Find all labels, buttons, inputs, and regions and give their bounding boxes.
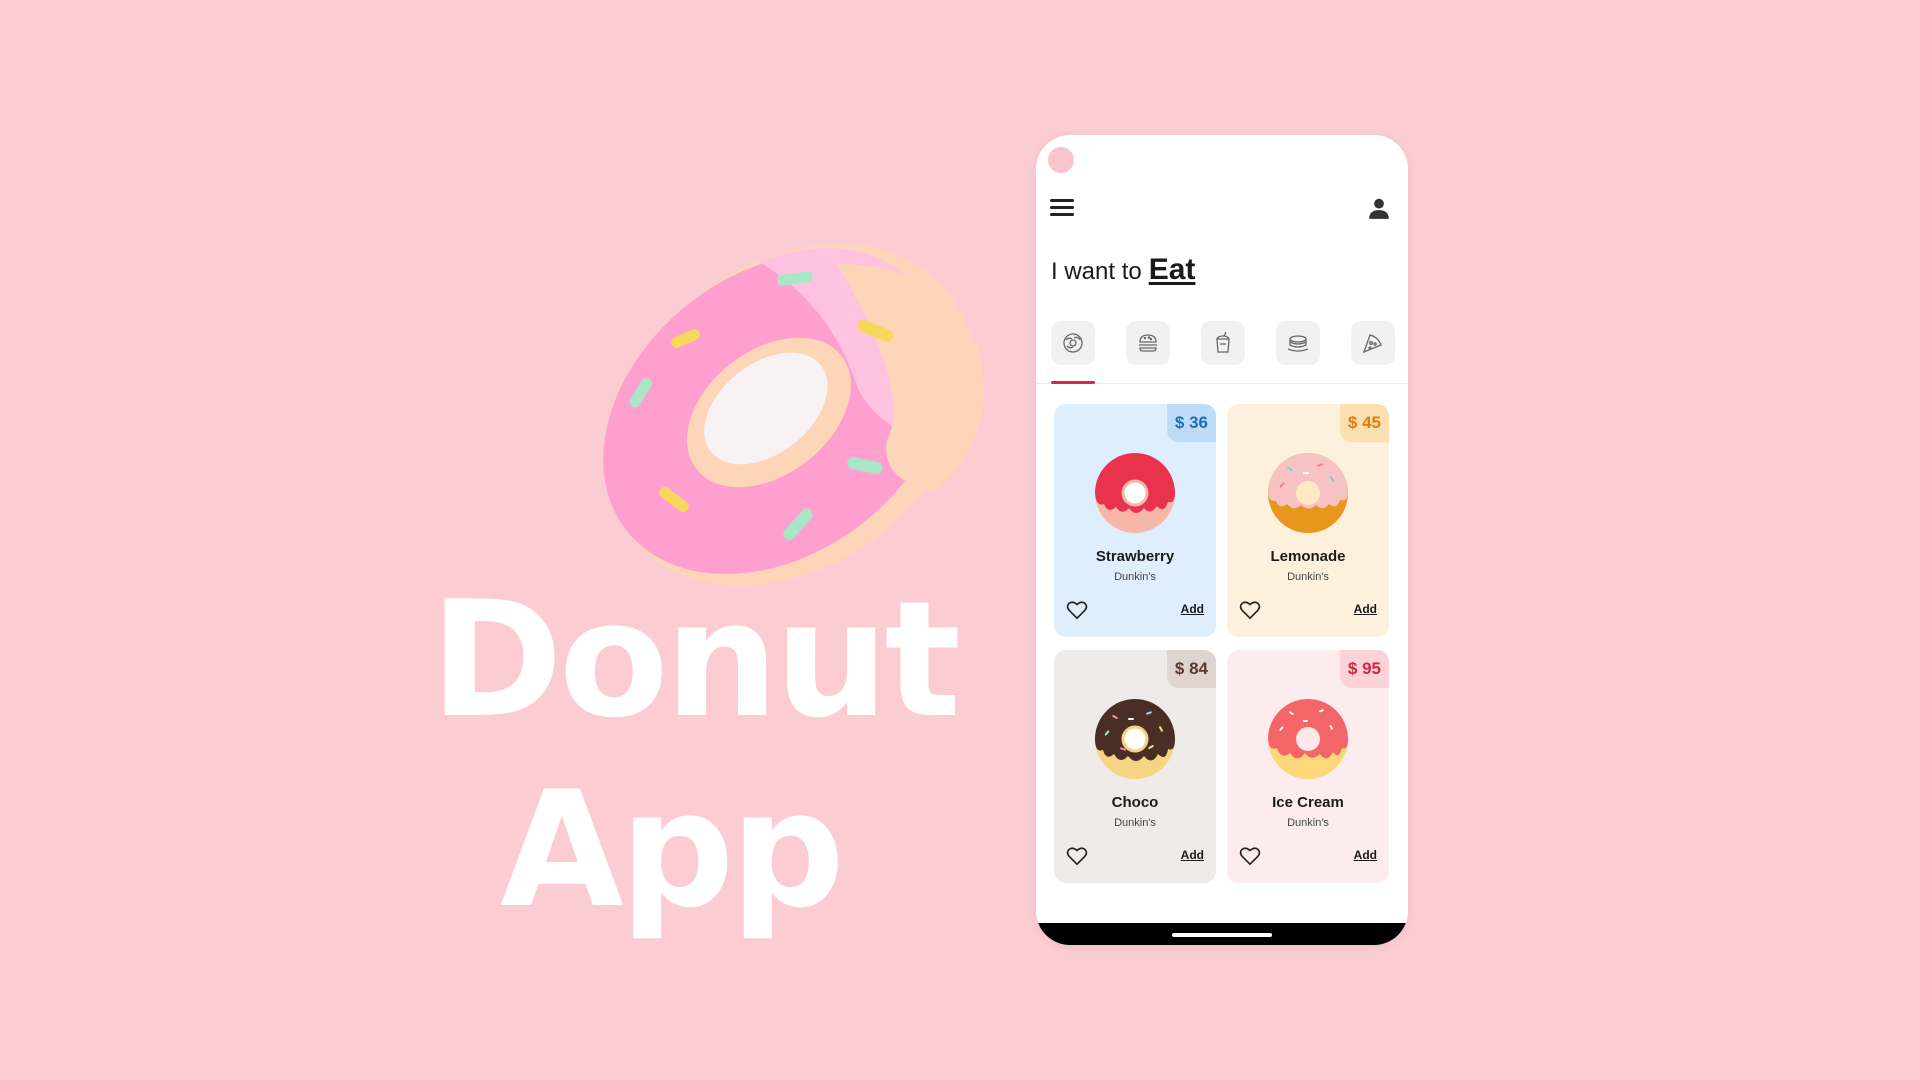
product-brand: Dunkin's [1287, 571, 1329, 583]
price-tag: $ 95 [1339, 650, 1389, 688]
add-button[interactable]: Add [1181, 848, 1204, 862]
heart-icon[interactable] [1239, 600, 1261, 620]
hero-title-app: App [500, 756, 845, 943]
burger-icon [1139, 334, 1157, 352]
product-name: Ice Cream [1272, 794, 1344, 811]
headline-strong: Eat [1148, 253, 1196, 286]
product-card-strawberry[interactable]: $ 36 Strawberry Dunkin's Add [1054, 404, 1216, 637]
pancake-icon [1287, 335, 1309, 352]
hamburger-menu-icon[interactable] [1050, 197, 1076, 219]
heart-icon[interactable] [1066, 846, 1088, 866]
tab-pizza[interactable] [1351, 321, 1395, 365]
person-icon[interactable] [1366, 195, 1392, 221]
lemonade-donut-image [1268, 453, 1348, 533]
add-button[interactable]: Add [1354, 602, 1377, 616]
page-headline: I want to Eat [1051, 253, 1195, 287]
product-brand: Dunkin's [1287, 817, 1329, 829]
tab-donut[interactable] [1051, 321, 1095, 365]
tab-smoothie[interactable] [1201, 321, 1245, 365]
navigation-bar [1036, 923, 1408, 945]
product-card-ice-cream[interactable]: $ 95 Ice Cream Dunkin's Add [1227, 650, 1389, 883]
home-indicator[interactable] [1172, 933, 1272, 937]
category-tabs [1051, 321, 1395, 365]
price-tag: $ 45 [1339, 404, 1389, 442]
heart-icon[interactable] [1239, 846, 1261, 866]
pizza-icon [1362, 334, 1382, 354]
heart-icon[interactable] [1066, 600, 1088, 620]
strawberry-donut-image [1095, 453, 1175, 533]
product-name: Strawberry [1095, 548, 1175, 565]
hero-title-donut: Donut [430, 566, 961, 753]
product-brand: Dunkin's [1114, 571, 1156, 583]
price-tag: $ 84 [1166, 650, 1216, 688]
tab-burger[interactable] [1126, 321, 1170, 365]
phone-frame: I want to Eat $ 36 Strawberry Dunkin's A… [1036, 135, 1408, 945]
tab-pancake[interactable] [1276, 321, 1320, 365]
choco-donut-image [1095, 699, 1175, 779]
add-button[interactable]: Add [1354, 848, 1377, 862]
headline-prefix: I want to [1051, 258, 1142, 285]
product-brand: Dunkin's [1114, 817, 1156, 829]
product-card-choco[interactable]: $ 84 Choco Dunkin's Add [1054, 650, 1216, 883]
price-tag: $ 36 [1166, 404, 1216, 442]
add-button[interactable]: Add [1181, 602, 1204, 616]
smoothie-icon [1216, 331, 1230, 353]
product-name: Choco [1111, 794, 1159, 811]
ice-cream-donut-image [1268, 699, 1348, 779]
camera-dot [1048, 147, 1074, 173]
donut-icon [1063, 333, 1083, 353]
tab-indicator [1051, 381, 1095, 384]
product-name: Lemonade [1270, 548, 1346, 565]
product-card-lemonade[interactable]: $ 45 Lemonade Dunkin's Add [1227, 404, 1389, 637]
